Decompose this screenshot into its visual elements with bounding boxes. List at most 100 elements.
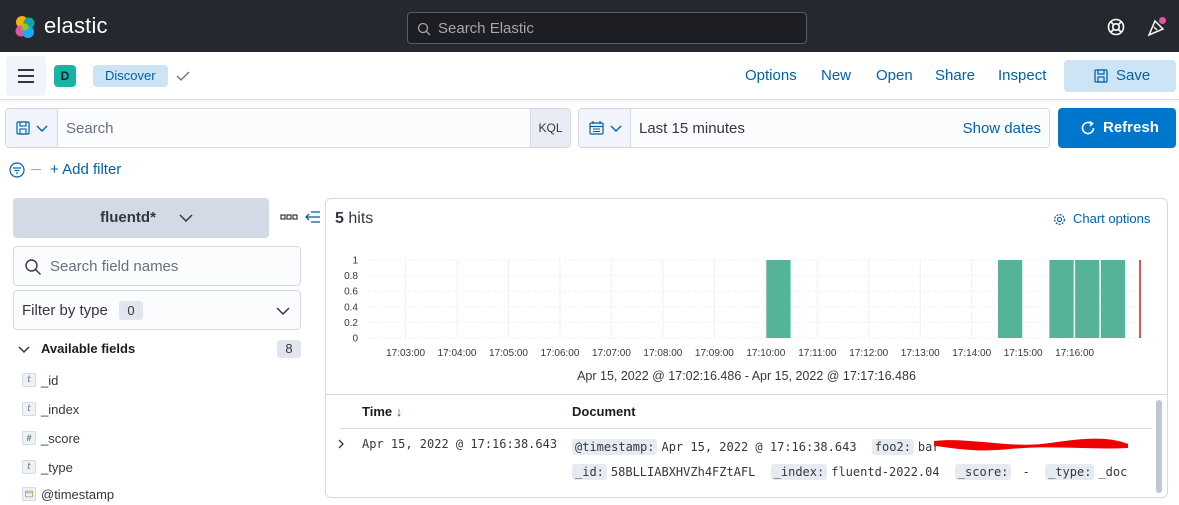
histogram-bar [997, 260, 1023, 338]
field-item[interactable]: # _score [22, 427, 292, 449]
histogram-bar [1049, 260, 1074, 338]
new-link[interactable]: New [821, 67, 851, 84]
query-input[interactable] [62, 109, 528, 147]
query-language-button[interactable]: KQL [530, 109, 570, 147]
redaction-mark [934, 438, 1128, 451]
histogram-bar [766, 260, 791, 338]
open-link[interactable]: Open [876, 67, 913, 84]
chevron-down-icon [610, 125, 622, 132]
table-divider [326, 394, 1167, 395]
hamburger-icon [18, 69, 34, 71]
hamburger-icon [18, 81, 34, 83]
available-fields-toggle[interactable]: Available fields 8 [18, 340, 302, 360]
x-tick-label: 17:09:00 [695, 348, 734, 359]
filter-count-badge: 0 [119, 301, 143, 320]
field-name: _id [41, 373, 59, 388]
doc-field-value: _doc [1098, 465, 1128, 479]
saved-query-button[interactable] [6, 109, 58, 147]
y-tick-label: 0.6 [344, 287, 358, 298]
document-summary-line: _id: 58BLLIABXHVZh4FZtAFL _index: fluentd-… [572, 464, 1135, 480]
x-tick-label: 17:03:00 [386, 348, 425, 359]
saved-query-icon [16, 121, 30, 135]
field-name: _type [41, 460, 73, 475]
doc-field-value: Apr 15, 2022 @ 17:16:38.643 [661, 440, 857, 454]
collapse-sidebar-icon[interactable] [305, 210, 321, 224]
x-tick-label: 17:11:00 [798, 348, 837, 359]
index-pattern-picker[interactable]: fluentd* [13, 198, 269, 238]
calendar-icon [589, 121, 604, 135]
x-tick-label: 17:16:00 [1055, 348, 1094, 359]
more-options-icon[interactable] [280, 212, 298, 222]
field-name: @timestamp [41, 487, 115, 502]
histogram-bar [1100, 260, 1126, 338]
x-tick-label: 17:07:00 [592, 348, 631, 359]
doc-field-key: @timestamp: [572, 439, 658, 455]
doc-field-value: fluentd-2022.04 [831, 465, 940, 479]
options-link[interactable]: Options [745, 67, 797, 84]
quick-time-menu-button[interactable] [579, 109, 631, 147]
show-dates-link[interactable]: Show dates [963, 120, 1041, 137]
string-type-icon: t [22, 373, 36, 387]
sort-down-icon[interactable]: ↓ [396, 404, 403, 419]
y-tick-label: 0.8 [344, 271, 358, 282]
share-link[interactable]: Share [935, 67, 975, 84]
y-tick-label: 1 [352, 256, 358, 267]
filter-options-icon[interactable] [9, 162, 25, 178]
chevron-down-icon [36, 125, 48, 132]
chart-options-label: Chart options [1073, 211, 1151, 226]
expand-row-icon[interactable] [336, 438, 346, 450]
x-tick-label: 17:08:00 [643, 348, 682, 359]
field-name: _score [41, 431, 81, 446]
hamburger-icon [18, 75, 34, 77]
breadcrumb-discover[interactable]: Discover [93, 65, 168, 87]
available-fields-count: 8 [277, 340, 301, 358]
filter-by-type-button[interactable]: Filter by type 0 [13, 290, 301, 330]
hit-count: 5 hits [335, 210, 373, 228]
y-tick-label: 0.4 [344, 302, 358, 313]
filter-divider [31, 169, 41, 170]
x-tick-label: 17:05:00 [489, 348, 528, 359]
field-item[interactable]: t _index [22, 398, 292, 420]
x-tick-label: 17:04:00 [438, 348, 477, 359]
global-header: elastic [0, 0, 1179, 52]
refresh-button[interactable]: Refresh [1058, 108, 1176, 148]
inspect-link[interactable]: Inspect [998, 67, 1046, 84]
help-icon[interactable] [1106, 17, 1126, 37]
x-tick-label: 17:12:00 [849, 348, 888, 359]
field-item[interactable]: t _type [22, 456, 292, 478]
menu-toggle-button[interactable] [6, 56, 46, 96]
column-header-time[interactable]: Time ↓ [362, 404, 402, 419]
global-search[interactable] [407, 12, 807, 44]
x-tick-label: 17:06:00 [541, 348, 580, 359]
histogram-chart: 1 0.8 0.6 0.4 0.2 0 17:03:00 17:04:00 17:05:00 17… [344, 256, 1141, 359]
field-item[interactable]: @timestamp [22, 483, 292, 505]
global-search-input[interactable] [438, 13, 798, 43]
space-avatar[interactable]: D [54, 65, 76, 87]
time-header-label: Time [362, 404, 393, 419]
index-pattern-label: fluentd* [100, 209, 156, 226]
gear-icon [1054, 214, 1065, 225]
filter-by-type-label: Filter by type [22, 302, 108, 319]
date-type-icon [22, 487, 36, 501]
field-search-input[interactable] [50, 247, 290, 285]
table-scrollbar[interactable] [1156, 400, 1162, 493]
app-toolbar: D Discover Options New Open Share Inspec… [0, 52, 1179, 100]
x-tick-label: 17:13:00 [901, 348, 940, 359]
save-button[interactable]: Save [1064, 60, 1176, 92]
time-range-label[interactable]: Last 15 minutes [639, 120, 745, 137]
y-tick-label: 0 [352, 334, 358, 345]
search-icon [417, 22, 431, 36]
doc-field-key: _score: [954, 464, 1012, 480]
string-type-icon: t [22, 460, 36, 474]
query-bar: KQL [5, 108, 571, 148]
check-icon [176, 71, 190, 81]
row-timestamp: Apr 15, 2022 @ 17:16:38.643 [362, 437, 558, 451]
add-filter-link[interactable]: + Add filter [50, 161, 121, 178]
elastic-logo-icon[interactable] [12, 14, 38, 40]
field-item[interactable]: t _id [22, 369, 292, 391]
doc-field-key: _type: [1045, 464, 1095, 480]
save-icon [1094, 69, 1108, 83]
newsfeed-icon[interactable] [1146, 16, 1168, 38]
refresh-icon [1081, 120, 1095, 135]
doc-field-key: _id: [572, 464, 607, 480]
